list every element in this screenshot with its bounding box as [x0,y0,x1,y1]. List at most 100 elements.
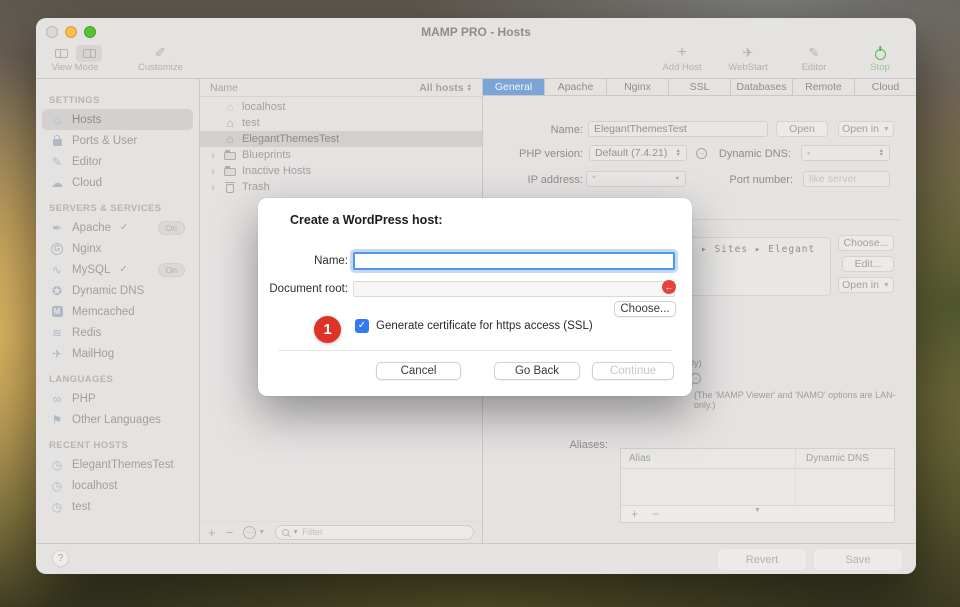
dynamic-dns-select[interactable]: - ▲▼ [801,145,890,161]
dialog-doc-root-label: Document root: [263,283,348,295]
updown-chevrons-icon: ▲▼ [676,149,681,157]
dialog-cancel-button[interactable]: Cancel [376,362,461,380]
sidebar-item-cloud[interactable]: ☁ Cloud [42,172,193,193]
folder-icon [223,166,237,176]
sidebar-item-ports-user[interactable]: Ports & User [42,130,193,151]
host-row-localhost[interactable]: ⌂ localhost [200,99,482,115]
ssl-checkbox-label: Generate certificate for https access (S… [376,320,593,332]
dialog-title: Create a WordPress host: [290,213,443,227]
tab-ssl[interactable]: SSL [669,79,731,95]
tab-apache[interactable]: Apache [545,79,607,95]
view-mode-control[interactable]: View Mode [48,44,102,73]
sidebar-item-dynamic-dns[interactable]: ✪ Dynamic DNS [42,280,193,301]
sidebar-item-recent-test[interactable]: ◷ test [42,496,193,517]
php-version-select[interactable]: Default (7.4.21) ▲▼ [589,145,687,161]
sidebar-item-recent-localhost[interactable]: ◷ localhost [42,475,193,496]
dialog-go-back-button[interactable]: Go Back [494,362,580,380]
mysql-icon: ∿ [49,263,65,277]
remove-host-row-button[interactable]: − [226,527,234,539]
sidebar-item-mailhog[interactable]: ✈ MailHog [42,343,193,364]
choose-root-button[interactable]: Choose... [838,235,894,251]
dialog-name-input[interactable] [355,257,673,271]
add-host-row-button[interactable]: + [208,527,216,539]
view-mode-list-button[interactable] [48,45,74,62]
filter-field[interactable]: ▼ [275,525,474,540]
port-number-field[interactable] [803,171,890,187]
customize-button[interactable]: ✐ Customize [138,44,183,73]
toolbar: View Mode ✐ Customize + Add Host ✈ WebSt… [36,44,916,78]
sidebar-item-label: test [72,501,91,513]
open-root-in-button[interactable]: Open in ▼ [838,277,894,293]
sidebar-item-other-languages[interactable]: ⚑ Other Languages [42,409,193,430]
sidebar-item-editor[interactable]: ✎ Editor [42,151,193,172]
disclosure-triangle-icon[interactable]: › [208,150,218,161]
host-name-input[interactable] [594,123,762,135]
sidebar-item-label: Editor [72,156,102,168]
tab-remote[interactable]: Remote [793,79,855,95]
chevron-down-icon: ▼ [258,529,265,536]
open-in-button[interactable]: Open in ▼ [838,121,894,137]
sidebar-item-mysql[interactable]: ∿ MySQL ✓ On [42,259,193,280]
remove-alias-button[interactable]: − [652,507,659,521]
host-row-elegantthemestest[interactable]: ⌂ ElegantThemesTest [200,131,482,147]
dialog-choose-button[interactable]: Choose... [614,301,676,317]
sidebar-item-label: Dynamic DNS [72,285,144,297]
stop-servers-button[interactable]: Stop [858,44,902,73]
close-window-button[interactable] [46,26,58,38]
dialog-continue-button[interactable]: Continue [592,362,674,380]
disclosure-triangle-icon[interactable]: › [208,166,218,177]
sidebar-item-memcached[interactable]: M Memcached [42,301,193,322]
tab-databases[interactable]: Databases [731,79,793,95]
host-name-field[interactable] [588,121,768,137]
editor-button[interactable]: ✎ Editor [792,44,836,73]
updown-chevrons-icon: ▲▼ [879,149,884,157]
host-group-trash[interactable]: › Trash [200,179,482,195]
all-hosts-scope-selector[interactable]: All hosts ▲▼ [419,82,472,94]
tab-cloud[interactable]: Cloud [855,79,916,95]
actions-menu-button[interactable]: ⋯▼ [243,526,265,539]
sidebar-item-php[interactable]: ∞ PHP [42,388,193,409]
revert-button[interactable]: Revert [718,549,806,570]
add-host-button[interactable]: + Add Host [660,44,704,73]
host-group-blueprints[interactable]: › Blueprints [200,147,482,163]
aliases-empty-rows[interactable] [621,469,894,505]
chevron-down-icon: ▼ [883,282,890,289]
house-icon: ⌂ [223,132,237,146]
chevron-down-icon: ▼ [754,507,761,514]
tab-general[interactable]: General [483,79,545,95]
name-label: Name: [493,124,583,136]
dialog-doc-root-field[interactable] [353,281,675,297]
zoom-window-button[interactable] [84,26,96,38]
help-button[interactable]: ? [52,550,69,567]
ip-address-select[interactable]: * ▼ [586,171,686,187]
php-icon: ∞ [49,392,65,406]
view-mode-detail-button[interactable] [76,45,102,62]
save-button[interactable]: Save [814,549,902,570]
edit-root-button[interactable]: Edit... [842,256,894,272]
webstart-button[interactable]: ✈ WebStart [726,44,770,73]
dialog-name-field[interactable] [353,252,675,270]
sidebar-item-hosts[interactable]: ⌂ Hosts [42,109,193,130]
titlebar: MAMP PRO - Hosts [36,18,916,44]
sidebar-item-recent-elegantthemestest[interactable]: ◷ ElegantThemesTest [42,454,193,475]
ssl-checkbox[interactable]: ✓ [355,319,369,333]
sidebar-item-nginx[interactable]: G Nginx [42,238,193,259]
check-icon: ✓ [119,264,127,275]
minimize-window-button[interactable] [65,26,77,38]
trash-icon [223,182,237,193]
disclosure-triangle-icon[interactable]: › [208,182,218,193]
open-button[interactable]: Open [776,121,828,137]
dialog-name-label: Name: [278,255,348,267]
port-number-input[interactable] [809,173,884,185]
sidebar-item-apache[interactable]: ✒ Apache ✓ On [42,217,193,238]
host-group-inactive-hosts[interactable]: › Inactive Hosts [200,163,482,179]
clock-icon: ◷ [49,458,65,472]
php-version-label: PHP version: [493,148,583,160]
lock-icon [49,135,65,146]
filter-input[interactable] [302,527,467,538]
sidebar-item-redis[interactable]: ≋ Redis [42,322,193,343]
host-row-test[interactable]: ⌂ test [200,115,482,131]
add-alias-button[interactable]: + [631,507,638,521]
window-title: MAMP PRO - Hosts [36,18,916,46]
tab-nginx[interactable]: Nginx [607,79,669,95]
